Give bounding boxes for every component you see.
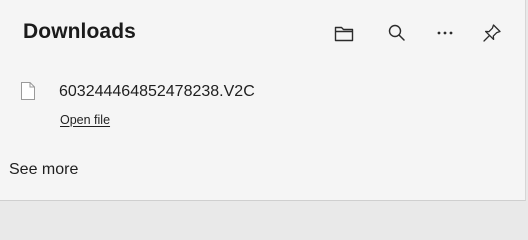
- folder-icon: [333, 23, 355, 43]
- more-options-button[interactable]: [431, 19, 459, 47]
- open-file-link[interactable]: Open file: [60, 113, 110, 127]
- file-icon: [20, 81, 36, 106]
- open-folder-button[interactable]: [330, 19, 358, 47]
- more-horizontal-icon: [435, 23, 455, 43]
- panel-title: Downloads: [23, 20, 136, 43]
- downloads-panel: Downloads 603244464852478238.V2C Open fi…: [0, 0, 526, 201]
- downloads-header: Downloads: [0, 0, 526, 66]
- search-button[interactable]: [383, 19, 411, 47]
- search-icon: [387, 23, 407, 43]
- see-more-link[interactable]: See more: [9, 161, 78, 179]
- pin-icon: [481, 22, 503, 44]
- pin-button[interactable]: [478, 19, 506, 47]
- file-name: 603244464852478238.V2C: [59, 83, 255, 100]
- download-item[interactable]: 603244464852478238.V2C Open file: [0, 70, 526, 138]
